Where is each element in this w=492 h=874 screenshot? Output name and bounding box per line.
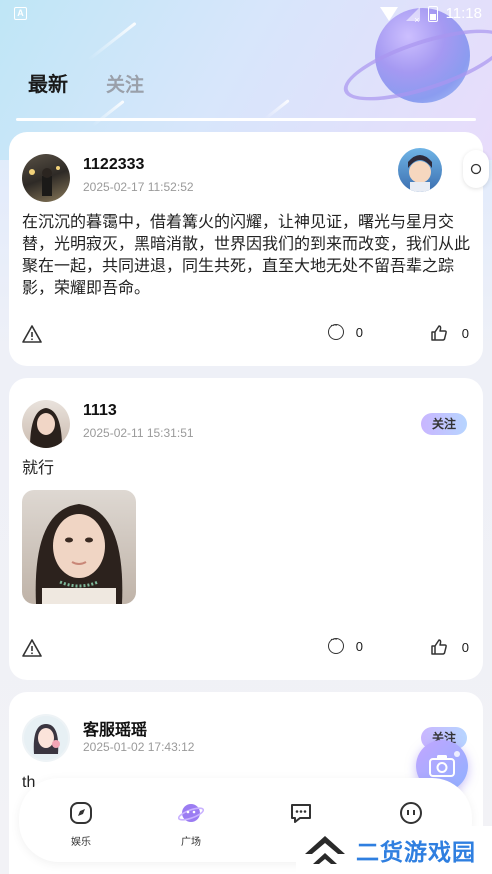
- watermark-text: 二货游戏园: [356, 839, 476, 865]
- comment-button[interactable]: 0: [327, 634, 363, 654]
- avatar[interactable]: [22, 714, 70, 762]
- portrait-photo: [35, 504, 123, 604]
- nav-label: 娱乐: [71, 837, 91, 848]
- post-content: 在沉沉的暮霭中，借着篝火的闪耀，让神见证，曙光与星月交替，光明寂灭，黑暗消散，世…: [22, 214, 471, 297]
- avatar[interactable]: [22, 154, 70, 202]
- post-time: 2025-01-02 17:43:12: [83, 740, 195, 754]
- refresh-icon: [470, 163, 482, 175]
- username[interactable]: 1113: [83, 402, 117, 420]
- username[interactable]: 客服瑶瑶: [83, 716, 147, 740]
- signal-icon: [405, 6, 420, 25]
- like-button[interactable]: 0: [430, 638, 469, 656]
- post-content: 就行: [22, 460, 55, 477]
- watermark-logo-icon: [305, 836, 345, 864]
- comment-icon: [327, 634, 344, 654]
- comment-icon: [327, 320, 344, 340]
- notification-icon: A: [14, 7, 27, 20]
- comment-button[interactable]: 0: [327, 320, 363, 340]
- like-button[interactable]: 0: [430, 324, 469, 342]
- refresh-toggle[interactable]: [463, 150, 489, 188]
- nav-square[interactable]: 广场: [161, 800, 221, 848]
- nav-label: 广场: [181, 837, 201, 848]
- like-count: 0: [461, 639, 469, 655]
- username[interactable]: 1122333: [83, 156, 144, 174]
- tab-latest[interactable]: 最新: [28, 68, 68, 97]
- post-card[interactable]: 1122333 2025-02-17 11:52:52 在沉沉的暮霭中，借着篝火…: [9, 132, 489, 366]
- follow-button[interactable]: 关注: [421, 413, 467, 435]
- avatar-image: [30, 408, 62, 448]
- watermark: 二货游戏园: [296, 826, 492, 874]
- post-card[interactable]: 1113 2025-02-11 15:31:51 关注 就行 0 0: [9, 378, 483, 680]
- compass-icon: [70, 802, 92, 824]
- post-time: 2025-02-11 15:31:51: [83, 426, 194, 440]
- nav-entertainment[interactable]: 娱乐: [51, 800, 111, 848]
- planet-icon: [177, 804, 205, 822]
- post-actions: 0 0: [22, 320, 469, 344]
- battery-icon: [427, 5, 438, 22]
- thumbs-up-icon: [431, 325, 447, 341]
- chat-icon: [291, 804, 311, 823]
- wifi-icon: [379, 6, 398, 21]
- profile-icon: [400, 802, 422, 824]
- post-time: 2025-02-17 11:52:52: [83, 180, 194, 194]
- avatar-image: [29, 166, 60, 196]
- comment-count: 0: [355, 638, 363, 654]
- feed-tabs: 最新 关注: [28, 68, 144, 97]
- status-time: 11:18: [445, 5, 482, 22]
- like-count: 0: [461, 325, 469, 341]
- tab-divider: [16, 118, 476, 121]
- avatar[interactable]: [22, 400, 70, 448]
- report-icon[interactable]: [22, 638, 42, 658]
- comment-count: 0: [355, 324, 363, 340]
- anime-avatar-image: [408, 155, 432, 192]
- tab-following[interactable]: 关注: [106, 70, 144, 97]
- post-image[interactable]: [22, 490, 136, 604]
- status-bar: A 11:18: [0, 0, 492, 28]
- recommended-user-avatar[interactable]: [398, 148, 442, 192]
- thumbs-up-icon: [431, 639, 447, 655]
- report-icon[interactable]: [22, 324, 42, 344]
- post-actions: 0 0: [22, 634, 469, 658]
- avatar-image: [24, 716, 68, 760]
